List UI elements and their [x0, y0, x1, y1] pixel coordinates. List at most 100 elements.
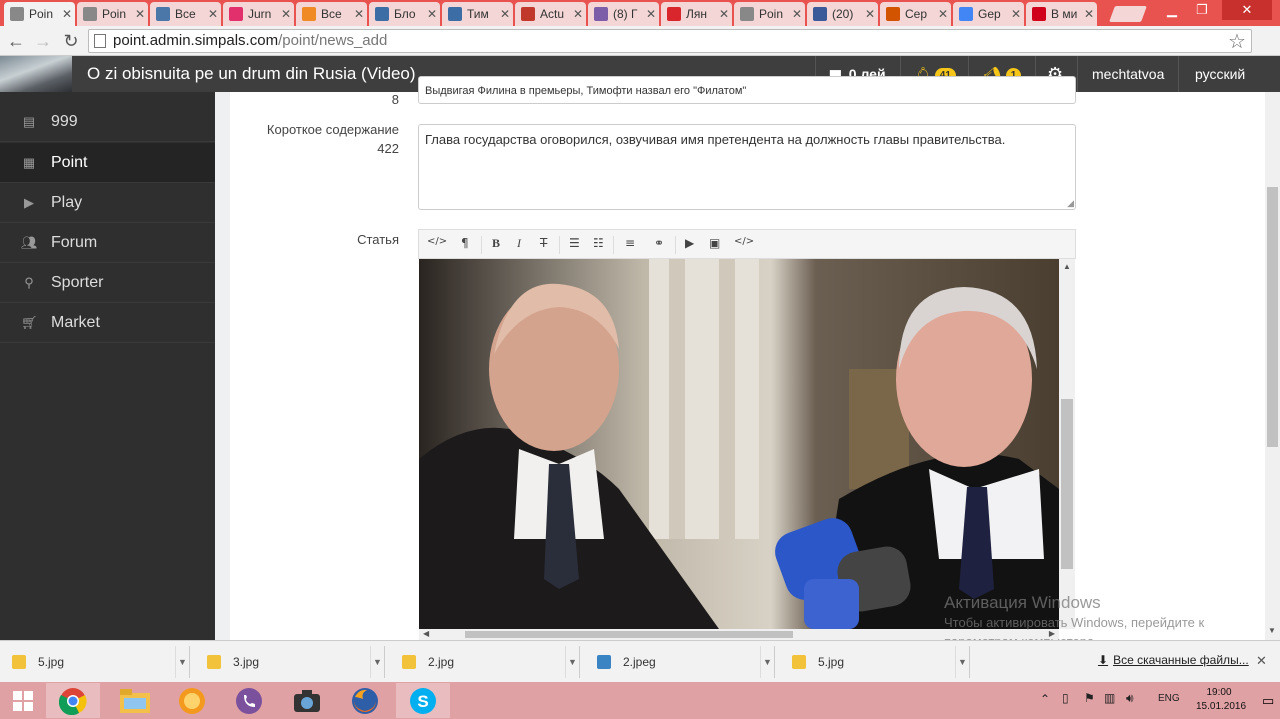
- sidebar-item-play[interactable]: ▶ Play: [0, 183, 215, 223]
- close-tab-icon[interactable]: ✕: [643, 7, 659, 21]
- orange-app-icon[interactable]: [165, 683, 219, 718]
- browser-tab[interactable]: Jurn ✕: [223, 2, 294, 26]
- phone-icon[interactable]: ▯: [1062, 691, 1069, 705]
- editor-hscroll-thumb[interactable]: [465, 631, 793, 638]
- chevron-down-icon[interactable]: ▼: [175, 646, 189, 678]
- minimize-window-button[interactable]: ▁: [1158, 0, 1186, 20]
- close-tab-icon[interactable]: ✕: [935, 7, 951, 21]
- flag-icon[interactable]: ⚑: [1084, 691, 1095, 705]
- unordered-list-button[interactable]: ☰: [569, 236, 580, 250]
- chevron-down-icon[interactable]: ▼: [565, 646, 579, 678]
- close-tab-icon[interactable]: ✕: [205, 7, 221, 21]
- sidebar-item-market[interactable]: 🛒︎ Market: [0, 303, 215, 343]
- close-tab-icon[interactable]: ✕: [1008, 7, 1024, 21]
- browser-tab[interactable]: Poin ✕: [77, 2, 148, 26]
- ordered-list-button[interactable]: ☷: [593, 236, 604, 250]
- download-item[interactable]: 5.jpg ▼: [780, 646, 970, 678]
- browser-tab[interactable]: Все ✕: [296, 2, 367, 26]
- close-tab-icon[interactable]: ✕: [570, 7, 586, 21]
- browser-tab[interactable]: Тим ✕: [442, 2, 513, 26]
- editor-scroll-thumb[interactable]: [1061, 399, 1073, 569]
- skype-icon[interactable]: S: [396, 683, 450, 718]
- video-button[interactable]: ▶: [685, 236, 694, 250]
- scroll-up-icon[interactable]: ▲: [1063, 262, 1071, 271]
- download-item[interactable]: 5.jpg ▼: [0, 646, 190, 678]
- back-arrow-icon[interactable]: ←: [5, 30, 27, 52]
- camera-app-icon[interactable]: [280, 683, 334, 718]
- close-tab-icon[interactable]: ✕: [716, 7, 732, 21]
- video-embed[interactable]: [419, 259, 1059, 629]
- input-language[interactable]: ENG: [1158, 693, 1180, 704]
- chevron-down-icon[interactable]: ▼: [955, 646, 969, 678]
- viber-icon[interactable]: [222, 683, 276, 718]
- file-explorer-icon[interactable]: [108, 683, 162, 718]
- maximize-window-button[interactable]: ❐: [1188, 0, 1216, 20]
- strikethrough-button[interactable]: T: [540, 236, 547, 250]
- close-tab-icon[interactable]: ✕: [132, 7, 148, 21]
- sidebar-item-999[interactable]: ▤ 999: [0, 102, 215, 142]
- scroll-right-icon[interactable]: ▶: [1049, 629, 1055, 638]
- article-thumbnail[interactable]: [0, 56, 72, 92]
- firefox-icon[interactable]: [338, 683, 392, 718]
- volume-icon[interactable]: 🔊︎: [1126, 691, 1134, 706]
- html-source-button[interactable]: </>: [427, 236, 447, 247]
- download-item[interactable]: 3.jpg ▼: [195, 646, 385, 678]
- windows-start-icon[interactable]: [0, 683, 46, 718]
- scroll-down-icon[interactable]: ▼: [1268, 626, 1276, 635]
- close-downloads-icon[interactable]: ✕: [1256, 653, 1267, 669]
- language-select[interactable]: русский: [1195, 56, 1245, 92]
- paragraph-button[interactable]: ¶: [461, 236, 469, 250]
- chevron-up-icon[interactable]: ⌃: [1040, 692, 1050, 706]
- link-button[interactable]: ⚭: [654, 236, 664, 250]
- sidebar-item-forum[interactable]: 👥︎ Forum: [0, 223, 215, 263]
- bookmark-star-icon[interactable]: ☆: [1228, 29, 1246, 54]
- align-button[interactable]: ≡: [625, 236, 635, 250]
- notification-center-icon[interactable]: ▭: [1262, 693, 1274, 709]
- sidebar-item-point[interactable]: ▦ Point: [0, 143, 215, 183]
- summary-textarea[interactable]: Глава государства оговорился, озвучивая …: [418, 124, 1076, 210]
- sidebar-item-sporter[interactable]: ⚲ Sporter: [0, 263, 215, 303]
- page-scrollbar[interactable]: ▼: [1265, 92, 1280, 640]
- browser-tab[interactable]: (20) ✕: [807, 2, 878, 26]
- editor-vertical-scrollbar[interactable]: ▲: [1059, 259, 1075, 629]
- forward-arrow-icon[interactable]: →: [32, 30, 54, 52]
- close-tab-icon[interactable]: ✕: [862, 7, 878, 21]
- network-icon[interactable]: ▥: [1104, 691, 1115, 705]
- scroll-left-icon[interactable]: ◀: [423, 629, 429, 638]
- title-input[interactable]: Выдвигая Филина в премьеры, Тимофти назв…: [418, 76, 1076, 104]
- system-clock[interactable]: 19:00 15.01.2016: [1196, 686, 1246, 714]
- close-tab-icon[interactable]: ✕: [424, 7, 440, 21]
- browser-tab[interactable]: Poin ✕: [4, 2, 75, 26]
- address-bar[interactable]: point.admin.simpals.com/point/news_add: [88, 29, 1252, 53]
- browser-tab[interactable]: Poin ✕: [734, 2, 805, 26]
- close-tab-icon[interactable]: ✕: [1081, 7, 1097, 21]
- image-button[interactable]: ▣: [709, 236, 720, 250]
- download-item[interactable]: 2.jpg ▼: [390, 646, 580, 678]
- browser-tab[interactable]: Gер ✕: [953, 2, 1024, 26]
- reload-icon[interactable]: ↻: [60, 30, 82, 52]
- browser-tab[interactable]: (8) Г ✕: [588, 2, 659, 26]
- code-button[interactable]: </>: [734, 236, 754, 247]
- download-item[interactable]: 2.jpeg ▼: [585, 646, 775, 678]
- browser-tab[interactable]: Сер ✕: [880, 2, 951, 26]
- browser-tab[interactable]: В ми ✕: [1026, 2, 1097, 26]
- chrome-icon[interactable]: [46, 683, 100, 718]
- editor-horizontal-scrollbar[interactable]: ◀ ▶: [419, 629, 1059, 640]
- browser-tab[interactable]: Actu ✕: [515, 2, 586, 26]
- browser-tab[interactable]: Лян ✕: [661, 2, 732, 26]
- new-tab-button[interactable]: [1109, 6, 1147, 22]
- close-tab-icon[interactable]: ✕: [351, 7, 367, 21]
- user-menu[interactable]: mechtatvoa: [1092, 56, 1164, 92]
- close-window-button[interactable]: ✕: [1222, 0, 1272, 20]
- close-tab-icon[interactable]: ✕: [278, 7, 294, 21]
- browser-tab[interactable]: Бло ✕: [369, 2, 440, 26]
- bold-button[interactable]: B: [492, 236, 500, 251]
- close-tab-icon[interactable]: ✕: [59, 7, 75, 21]
- chevron-down-icon[interactable]: ▼: [760, 646, 774, 678]
- chevron-down-icon[interactable]: ▼: [370, 646, 384, 678]
- all-downloads-link[interactable]: ⬇ Все скачанные файлы...: [1098, 653, 1249, 667]
- browser-tab[interactable]: Все ✕: [150, 2, 221, 26]
- page-scroll-thumb[interactable]: [1267, 187, 1278, 447]
- close-tab-icon[interactable]: ✕: [789, 7, 805, 21]
- close-tab-icon[interactable]: ✕: [497, 7, 513, 21]
